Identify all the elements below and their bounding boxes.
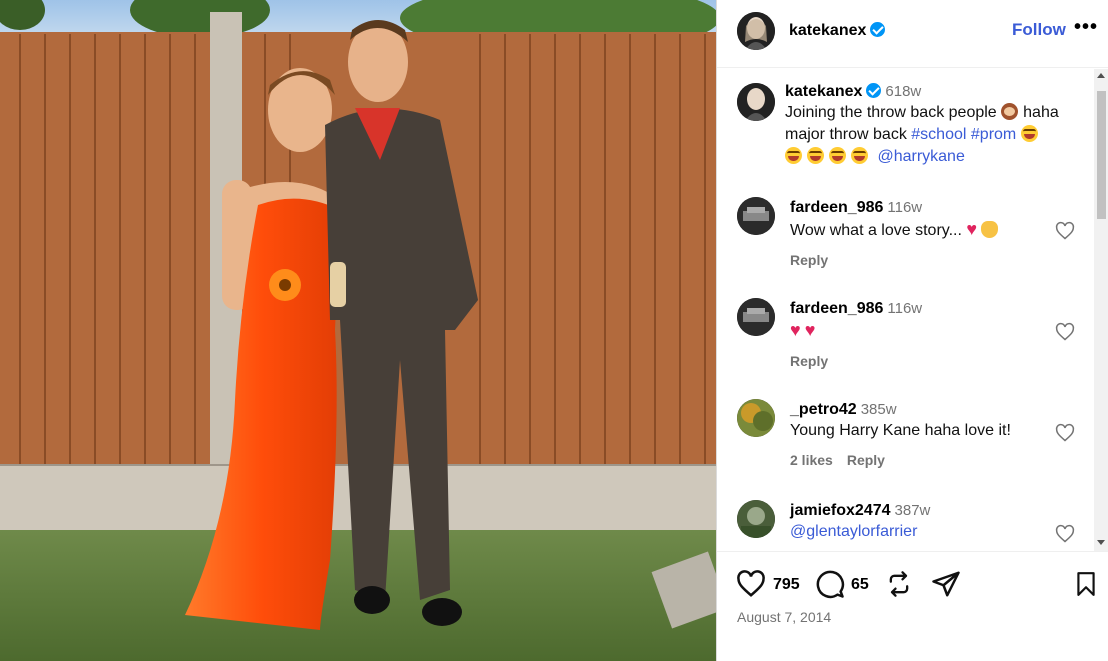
red-heart-emoji-icon: ♥ — [966, 219, 978, 239]
post-photo — [0, 0, 716, 661]
caption-time[interactable]: 618w — [885, 83, 921, 100]
comment-meta: Reply — [790, 252, 1050, 268]
comment-time[interactable]: 116w — [887, 199, 922, 216]
comment-time[interactable]: 385w — [861, 401, 897, 418]
comment-username[interactable]: fardeen_986 — [790, 300, 883, 317]
scroll-up-arrow-icon[interactable] — [1097, 73, 1105, 78]
comment-meta: Reply — [790, 353, 1050, 369]
likes-count[interactable]: 795 — [773, 576, 800, 594]
comment-avatar[interactable] — [737, 399, 775, 437]
comment-username[interactable]: _petro42 — [790, 401, 857, 418]
comment-avatar[interactable] — [737, 298, 775, 336]
verified-badge-icon — [866, 83, 882, 98]
like-comment-heart-icon[interactable] — [1055, 423, 1075, 443]
laughing-emoji-icon — [829, 147, 846, 164]
reply-button[interactable]: Reply — [847, 452, 885, 468]
caption-text: Joining the throw back people haha major… — [785, 102, 1085, 168]
comment-mention-link[interactable]: @glentaylorfarrier — [790, 521, 1050, 543]
reply-button[interactable]: Reply — [790, 353, 828, 369]
red-heart-emoji-icon: ♥ — [790, 320, 801, 340]
comment-text: Wow what a love story... ♥ — [790, 218, 1050, 242]
comment-time[interactable]: 387w — [895, 502, 931, 519]
comment-likes-count[interactable]: 2 likes — [790, 452, 833, 468]
heart-icon[interactable] — [736, 569, 766, 599]
bookmark-icon[interactable] — [1073, 569, 1099, 599]
comment-text-content: Wow what a love story... — [790, 222, 962, 239]
like-comment-heart-icon[interactable] — [1055, 322, 1075, 342]
red-heart-emoji-icon: ♥ — [804, 320, 816, 340]
post-sidebar: katekanex Follow ••• katekanex 618w Joini… — [716, 0, 1108, 661]
comment-text: Young Harry Kane haha love it! — [790, 422, 1011, 439]
caption-avatar[interactable] — [737, 83, 775, 121]
post-header: katekanex Follow ••• — [717, 0, 1108, 68]
laughing-emoji-icon — [807, 147, 824, 164]
laughing-emoji-icon — [851, 147, 868, 164]
share-icon[interactable] — [931, 569, 961, 599]
comment-icon[interactable] — [815, 569, 845, 599]
scrollbar-thumb[interactable] — [1097, 91, 1106, 219]
hashtag-prom-link[interactable]: #prom — [971, 126, 1016, 143]
comments-count[interactable]: 65 — [851, 576, 869, 594]
laughing-emoji-icon — [1020, 125, 1038, 142]
verified-badge-icon — [870, 22, 886, 37]
reply-button[interactable]: Reply — [790, 252, 828, 268]
author-username[interactable]: katekanex — [789, 22, 866, 39]
repost-icon[interactable] — [885, 569, 913, 599]
like-comment-heart-icon[interactable] — [1055, 524, 1075, 544]
hashtag-school-link[interactable]: #school — [911, 126, 966, 143]
follow-button[interactable]: Follow — [1012, 20, 1066, 40]
comments-scrollbar[interactable] — [1094, 69, 1108, 551]
post-actions: 795 65 August 7, 2014 — [717, 551, 1108, 661]
comment-time[interactable]: 116w — [887, 300, 922, 317]
comments-list: katekanex 618w Joining the throw back peo… — [717, 69, 1097, 551]
like-comment-heart-icon[interactable] — [1055, 221, 1075, 241]
caption-username[interactable]: katekanex — [785, 83, 862, 100]
post-date[interactable]: August 7, 2014 — [737, 609, 831, 625]
mention-harrykane-link[interactable]: @harrykane — [877, 148, 964, 165]
raising-hands-emoji-icon — [981, 221, 999, 238]
comment-text: ♥ ♥ — [790, 319, 1050, 343]
see-no-evil-monkey-emoji-icon — [1001, 103, 1019, 120]
comment-avatar[interactable] — [737, 197, 775, 235]
author-avatar[interactable] — [737, 12, 775, 50]
laughing-emoji-icon — [785, 147, 802, 164]
more-options-button[interactable]: ••• — [1074, 16, 1098, 39]
comment-meta: 2 likes Reply — [790, 452, 1050, 468]
caption-text-part1: Joining the throw back people — [785, 104, 997, 121]
comment-username[interactable]: jamiefox2474 — [790, 502, 891, 519]
comment-username[interactable]: fardeen_986 — [790, 199, 883, 216]
scroll-down-arrow-icon[interactable] — [1097, 540, 1105, 545]
comment-avatar[interactable] — [737, 500, 775, 538]
